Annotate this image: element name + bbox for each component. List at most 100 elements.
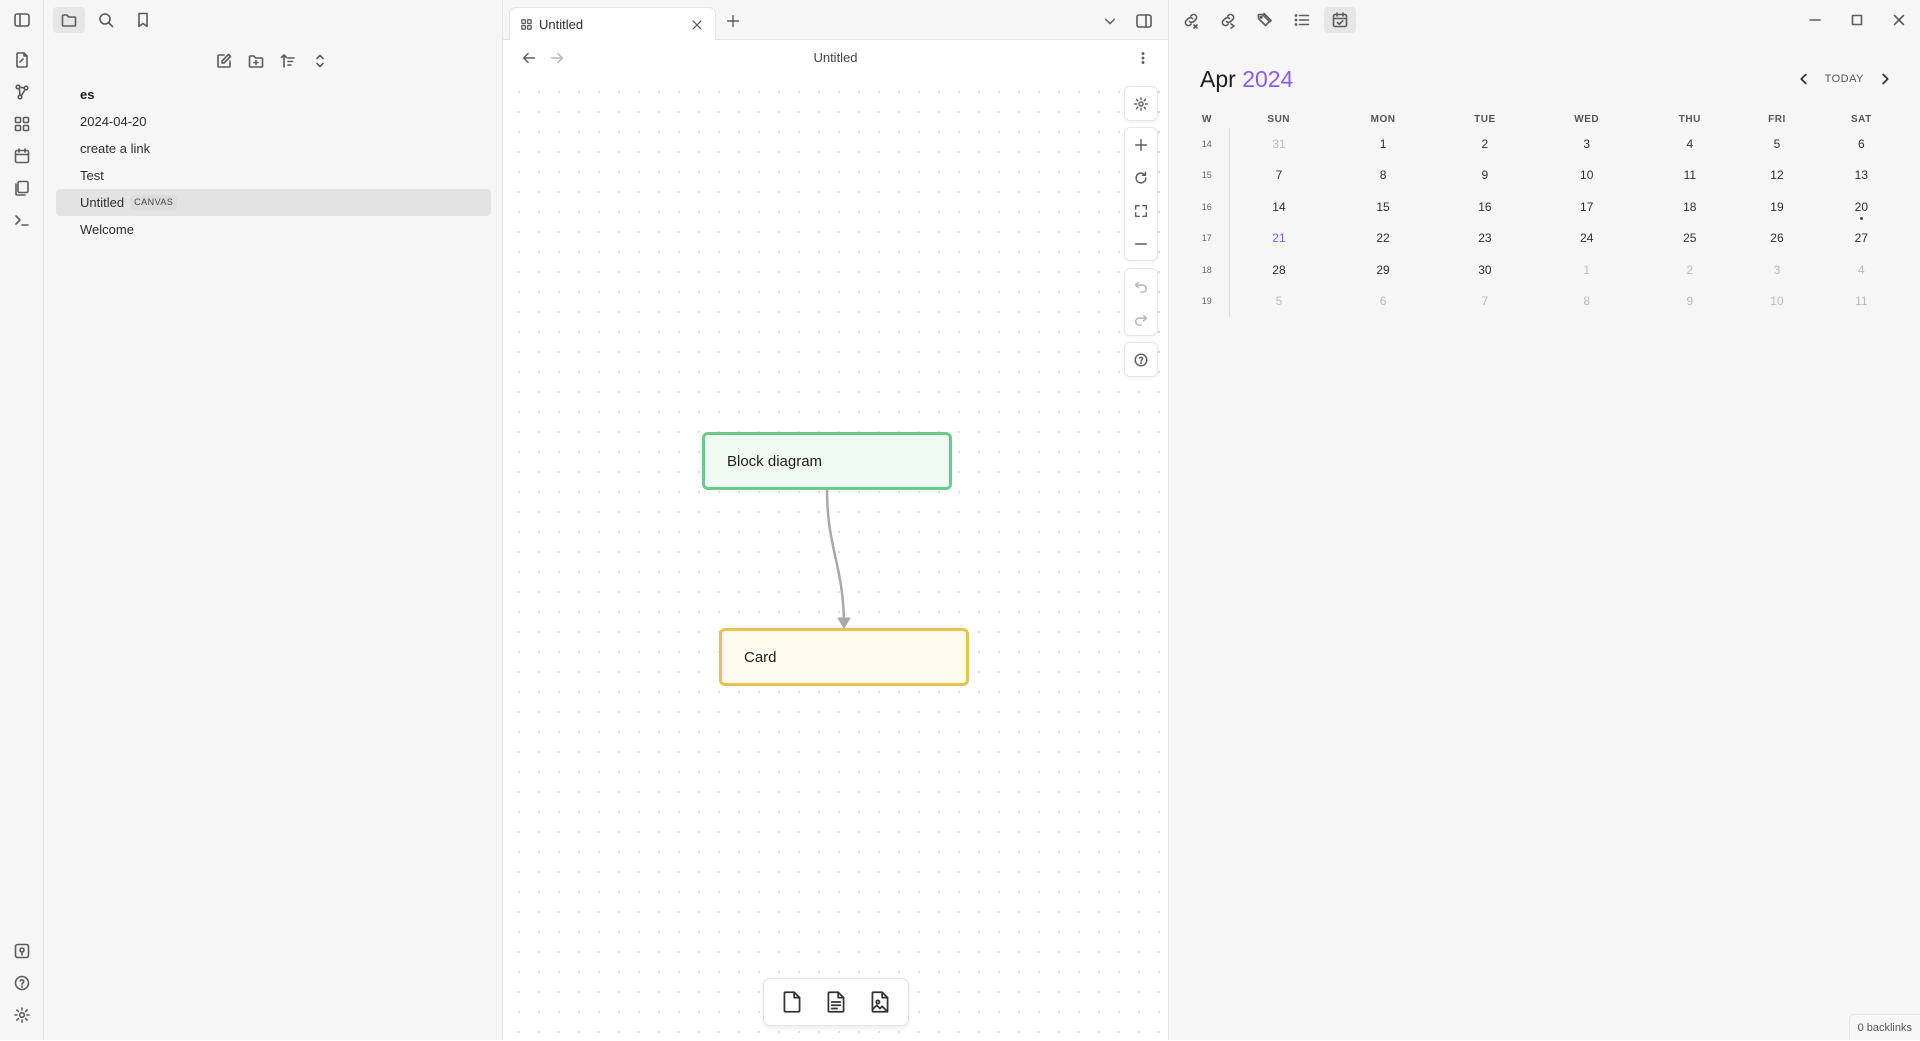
new-note-icon[interactable] bbox=[211, 48, 237, 74]
file-item-active[interactable]: Untitled CANVAS bbox=[56, 189, 491, 216]
week-number[interactable]: 18 bbox=[1185, 254, 1230, 286]
calendar-day-adjacent[interactable]: 11 bbox=[1816, 286, 1907, 318]
new-note-icon[interactable] bbox=[9, 47, 35, 73]
calendar-day[interactable]: 11 bbox=[1641, 160, 1738, 192]
tab-untitled[interactable]: Untitled bbox=[509, 7, 716, 41]
toggle-right-sidebar-icon[interactable] bbox=[1130, 8, 1158, 34]
close-window-icon[interactable] bbox=[1879, 5, 1919, 35]
calendar-day-adjacent[interactable]: 1 bbox=[1532, 254, 1641, 286]
zoom-to-fit-icon[interactable] bbox=[1125, 194, 1157, 227]
calendar-day-adjacent[interactable]: 4 bbox=[1816, 254, 1907, 286]
bookmarks-icon[interactable] bbox=[127, 7, 159, 33]
calendar-day[interactable]: 25 bbox=[1641, 223, 1738, 255]
calendar-day[interactable]: 9 bbox=[1438, 160, 1533, 192]
calendar-day[interactable]: 13 bbox=[1816, 160, 1907, 192]
files-tab-icon[interactable] bbox=[53, 7, 85, 33]
vault-name[interactable]: es bbox=[56, 81, 491, 108]
calendar-day[interactable]: 24 bbox=[1532, 223, 1641, 255]
week-number[interactable]: 14 bbox=[1185, 128, 1230, 160]
calendar-tab-icon[interactable] bbox=[1324, 7, 1356, 33]
help-icon[interactable] bbox=[9, 970, 35, 996]
next-month-chevron-right-icon[interactable] bbox=[1874, 68, 1896, 90]
outline-tab-icon[interactable] bbox=[1286, 7, 1318, 33]
calendar-day[interactable]: 8 bbox=[1328, 160, 1437, 192]
calendar-day-adjacent[interactable]: 5 bbox=[1229, 286, 1328, 318]
calendar-day[interactable]: 1 bbox=[1328, 128, 1437, 160]
canvas-icon[interactable] bbox=[9, 111, 35, 137]
redo-icon[interactable] bbox=[1125, 302, 1157, 335]
vault-switcher-icon[interactable] bbox=[9, 938, 35, 964]
calendar-day[interactable]: 26 bbox=[1738, 223, 1815, 255]
calendar-day[interactable]: 18 bbox=[1641, 191, 1738, 223]
calendar-day-with-note[interactable]: 20 bbox=[1816, 191, 1907, 223]
today-button[interactable]: TODAY bbox=[1825, 73, 1864, 85]
search-icon[interactable] bbox=[90, 7, 122, 33]
calendar-day[interactable]: 16 bbox=[1438, 191, 1533, 223]
canvas-settings-gear-icon[interactable] bbox=[1125, 87, 1157, 120]
add-card-icon[interactable] bbox=[772, 982, 812, 1022]
calendar-day[interactable]: 12 bbox=[1738, 160, 1815, 192]
tab-list-chevron-down-icon[interactable] bbox=[1097, 8, 1123, 34]
templates-icon[interactable] bbox=[9, 175, 35, 201]
calendar-day[interactable]: 19 bbox=[1738, 191, 1815, 223]
week-number[interactable]: 16 bbox=[1185, 191, 1230, 223]
more-options-icon[interactable] bbox=[1131, 46, 1155, 70]
tags-tab-icon[interactable] bbox=[1249, 7, 1281, 33]
collapse-all-icon[interactable] bbox=[307, 48, 333, 74]
canvas-node-card[interactable]: Card bbox=[719, 628, 969, 686]
calendar-day[interactable]: 3 bbox=[1532, 128, 1641, 160]
maximize-icon[interactable] bbox=[1837, 5, 1877, 35]
backlinks-tab-icon[interactable] bbox=[1175, 7, 1207, 33]
daily-note-icon[interactable] bbox=[9, 143, 35, 169]
calendar-day[interactable]: 10 bbox=[1532, 160, 1641, 192]
new-folder-icon[interactable] bbox=[243, 48, 269, 74]
week-number[interactable]: 17 bbox=[1185, 222, 1230, 254]
calendar-day[interactable]: 29 bbox=[1328, 254, 1437, 286]
calendar-day[interactable]: 22 bbox=[1328, 223, 1437, 255]
add-note-icon[interactable] bbox=[816, 982, 856, 1022]
calendar-day[interactable]: 30 bbox=[1438, 254, 1533, 286]
backlinks-status[interactable]: 0 backlinks bbox=[1848, 1014, 1920, 1040]
week-number[interactable]: 19 bbox=[1185, 285, 1230, 317]
calendar-day-adjacent[interactable]: 8 bbox=[1532, 286, 1641, 318]
graph-view-icon[interactable] bbox=[9, 79, 35, 105]
file-item[interactable]: 2024-04-20 bbox=[56, 108, 491, 135]
calendar-day-adjacent[interactable]: 9 bbox=[1641, 286, 1738, 318]
calendar-day-adjacent[interactable]: 7 bbox=[1438, 286, 1533, 318]
canvas-help-icon[interactable] bbox=[1125, 343, 1157, 376]
calendar-day-adjacent[interactable]: 6 bbox=[1328, 286, 1437, 318]
week-number[interactable]: 15 bbox=[1185, 159, 1230, 191]
undo-icon[interactable] bbox=[1125, 269, 1157, 302]
minimize-icon[interactable] bbox=[1795, 5, 1835, 35]
calendar-day-adjacent[interactable]: 2 bbox=[1641, 254, 1738, 286]
calendar-day-adjacent[interactable]: 10 bbox=[1738, 286, 1815, 318]
calendar-day-today[interactable]: 21 bbox=[1229, 223, 1328, 255]
calendar-day[interactable]: 17 bbox=[1532, 191, 1641, 223]
new-tab-icon[interactable] bbox=[719, 8, 747, 34]
file-item[interactable]: Welcome bbox=[56, 216, 491, 243]
calendar-day[interactable]: 23 bbox=[1438, 223, 1533, 255]
calendar-day[interactable]: 28 bbox=[1229, 254, 1328, 286]
sort-icon[interactable] bbox=[275, 48, 301, 74]
file-item[interactable]: Test bbox=[56, 162, 491, 189]
close-tab-icon[interactable] bbox=[685, 13, 709, 37]
file-item[interactable]: create a link bbox=[56, 135, 491, 162]
zoom-in-icon[interactable] bbox=[1125, 128, 1157, 161]
toggle-left-sidebar-icon[interactable] bbox=[9, 7, 35, 33]
calendar-day[interactable]: 2 bbox=[1438, 128, 1533, 160]
calendar-day[interactable]: 7 bbox=[1229, 160, 1328, 192]
calendar-day[interactable]: 4 bbox=[1641, 128, 1738, 160]
calendar-day[interactable]: 6 bbox=[1816, 128, 1907, 160]
canvas-node-block-diagram[interactable]: Block diagram bbox=[702, 432, 952, 490]
calendar-day[interactable]: 5 bbox=[1738, 128, 1815, 160]
settings-icon[interactable] bbox=[9, 1002, 35, 1028]
reset-zoom-icon[interactable] bbox=[1125, 161, 1157, 194]
command-palette-icon[interactable] bbox=[9, 207, 35, 233]
view-title[interactable]: Untitled bbox=[503, 50, 1168, 65]
calendar-day-adjacent[interactable]: 3 bbox=[1738, 254, 1815, 286]
previous-month-chevron-left-icon[interactable] bbox=[1793, 68, 1815, 90]
zoom-out-icon[interactable] bbox=[1125, 227, 1157, 260]
calendar-day-adjacent[interactable]: 31 bbox=[1229, 128, 1328, 160]
canvas[interactable]: Block diagram Card bbox=[503, 76, 1168, 1040]
calendar-day[interactable]: 27 bbox=[1816, 223, 1907, 255]
